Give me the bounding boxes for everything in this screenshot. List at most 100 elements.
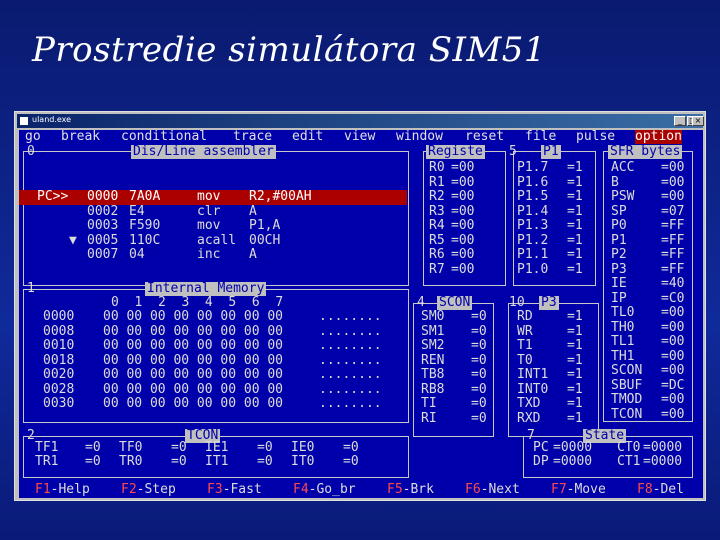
sfr-value[interactable]: =00 xyxy=(661,350,684,364)
p1-bit-value[interactable]: =1 xyxy=(567,176,583,190)
memory-bytes[interactable]: 00 00 00 00 00 00 00 00 xyxy=(103,310,283,324)
sfr-value[interactable]: =00 xyxy=(661,190,684,204)
f3-fast-key[interactable]: F3-Fast xyxy=(207,483,262,497)
sfr-value[interactable]: =FF xyxy=(661,234,684,248)
register-value[interactable]: =00 xyxy=(451,234,474,248)
scon-bit-value[interactable]: =0 xyxy=(471,368,487,382)
scon-bit-value[interactable]: =0 xyxy=(471,339,487,353)
tcon-bit-value[interactable]: =0 xyxy=(257,455,273,469)
sfr-value[interactable]: =FF xyxy=(661,263,684,277)
tcon-bit-value[interactable]: =0 xyxy=(257,441,273,455)
f7-move-key[interactable]: F7-Move xyxy=(551,483,606,497)
p3-bit-name: INT0 xyxy=(517,382,549,397)
p1-bit-value[interactable]: =1 xyxy=(567,190,583,204)
p1-bit-value[interactable]: =1 xyxy=(567,219,583,233)
state-value[interactable]: =0000 xyxy=(553,455,592,469)
scon-bit-name: REN xyxy=(421,353,445,368)
tcon-bit-value[interactable]: =0 xyxy=(343,455,359,469)
p1-panel-title[interactable]: P1 xyxy=(541,145,561,159)
tcon-bit-value[interactable]: =0 xyxy=(171,441,187,455)
p1-bit-value[interactable]: =1 xyxy=(567,205,583,219)
sfr-value[interactable]: =00 xyxy=(661,161,684,175)
sfr-name: IE xyxy=(611,276,627,291)
register-value[interactable]: =00 xyxy=(451,248,474,262)
scon-bit-value[interactable]: =0 xyxy=(471,383,487,397)
sfr-panel-title[interactable]: SFR bytes xyxy=(608,145,683,159)
register-value[interactable]: =00 xyxy=(451,161,474,175)
p3-bit-name: INT1 xyxy=(517,367,549,382)
memory-panel-title[interactable]: Internal Memory xyxy=(145,282,267,296)
sfr-value[interactable]: =00 xyxy=(661,335,684,349)
sfr-value[interactable]: =FF xyxy=(661,248,684,262)
registers-panel-title[interactable]: Registe xyxy=(426,145,485,159)
p1-bit-value[interactable]: =1 xyxy=(567,161,583,175)
sfr-value[interactable]: =DC xyxy=(661,379,684,393)
p3-bit-value[interactable]: =1 xyxy=(567,412,583,426)
window-titlebar[interactable]: uland.exe _ □ × xyxy=(17,114,704,128)
close-button[interactable]: × xyxy=(692,116,704,126)
tcon-bit-value[interactable]: =0 xyxy=(85,441,101,455)
memory-bytes[interactable]: 00 00 00 00 00 00 00 00 xyxy=(103,325,283,339)
scon-panel-title[interactable]: SCON xyxy=(437,296,473,310)
sfr-value[interactable]: =40 xyxy=(661,277,684,291)
f5-brk-key[interactable]: F5-Brk xyxy=(387,483,434,497)
p3-bit-value[interactable]: =1 xyxy=(567,325,583,339)
memory-address: 0020 xyxy=(43,367,75,382)
p1-bit-value[interactable]: =1 xyxy=(567,263,583,277)
p1-bit-value[interactable]: =1 xyxy=(567,234,583,248)
scon-bit-value[interactable]: =0 xyxy=(471,354,487,368)
sfr-value[interactable]: =00 xyxy=(661,306,684,320)
p3-bit-value[interactable]: =1 xyxy=(567,368,583,382)
register-value[interactable]: =00 xyxy=(451,263,474,277)
state-value[interactable]: =0000 xyxy=(643,441,682,455)
register-value[interactable]: =00 xyxy=(451,190,474,204)
scon-bit-value[interactable]: =0 xyxy=(471,325,487,339)
p3-bit-value[interactable]: =1 xyxy=(567,354,583,368)
p3-bit-value[interactable]: =1 xyxy=(567,397,583,411)
f4-go-br-key[interactable]: F4-Go_br xyxy=(293,483,356,497)
scon-bit-value[interactable]: =0 xyxy=(471,310,487,324)
p3-bit-value[interactable]: =1 xyxy=(567,383,583,397)
sfr-value[interactable]: =C0 xyxy=(661,292,684,306)
scon-bit-value[interactable]: =0 xyxy=(471,397,487,411)
tcon-bit-value[interactable]: =0 xyxy=(85,455,101,469)
scon-bit-value[interactable]: =0 xyxy=(471,412,487,426)
register-value[interactable]: =00 xyxy=(451,205,474,219)
sfr-value[interactable]: =00 xyxy=(661,364,684,378)
memory-bytes[interactable]: 00 00 00 00 00 00 00 00 xyxy=(103,368,283,382)
p3-bit-value[interactable]: =1 xyxy=(567,310,583,324)
f2-step-key[interactable]: F2-Step xyxy=(121,483,176,497)
f1-help-key[interactable]: F1-Help xyxy=(35,483,90,497)
tcon-bit-name: IE1 xyxy=(205,440,229,455)
memory-panel-number: 1 xyxy=(27,281,35,296)
memory-bytes[interactable]: 00 00 00 00 00 00 00 00 xyxy=(103,397,283,411)
sfr-value[interactable]: =FF xyxy=(661,219,684,233)
f8-del-key[interactable]: F8-Del xyxy=(637,483,684,497)
state-value[interactable]: =0000 xyxy=(553,441,592,455)
memory-bytes[interactable]: 00 00 00 00 00 00 00 00 xyxy=(103,383,283,397)
sfr-value[interactable]: =00 xyxy=(661,321,684,335)
tcon-bit-value[interactable]: =0 xyxy=(171,455,187,469)
p3-bit-value[interactable]: =1 xyxy=(567,339,583,353)
state-value[interactable]: =0000 xyxy=(643,455,682,469)
memory-bytes[interactable]: 00 00 00 00 00 00 00 00 xyxy=(103,354,283,368)
register-value[interactable]: =00 xyxy=(451,176,474,190)
p1-bit-value[interactable]: =1 xyxy=(567,248,583,262)
memory-address: 0030 xyxy=(43,396,75,411)
sfr-value[interactable]: =00 xyxy=(661,408,684,422)
sfr-value[interactable]: =07 xyxy=(661,205,684,219)
disasm-address: 0005 xyxy=(87,233,119,248)
sfr-value[interactable]: =00 xyxy=(661,176,684,190)
state-name: CT0 xyxy=(617,440,641,455)
dis-panel-title[interactable]: Dis/Line assembler xyxy=(131,145,276,159)
sfr-name: TH0 xyxy=(611,320,635,335)
disasm-code: 110C xyxy=(129,233,161,248)
f6-next-key[interactable]: F6-Next xyxy=(465,483,520,497)
scon-bit-name: RI xyxy=(421,411,437,426)
sfr-value[interactable]: =00 xyxy=(661,393,684,407)
minimize-button[interactable]: _ xyxy=(674,116,686,126)
memory-bytes[interactable]: 00 00 00 00 00 00 00 00 xyxy=(103,339,283,353)
p3-panel-title[interactable]: P3 xyxy=(539,296,559,310)
register-value[interactable]: =00 xyxy=(451,219,474,233)
tcon-bit-value[interactable]: =0 xyxy=(343,441,359,455)
